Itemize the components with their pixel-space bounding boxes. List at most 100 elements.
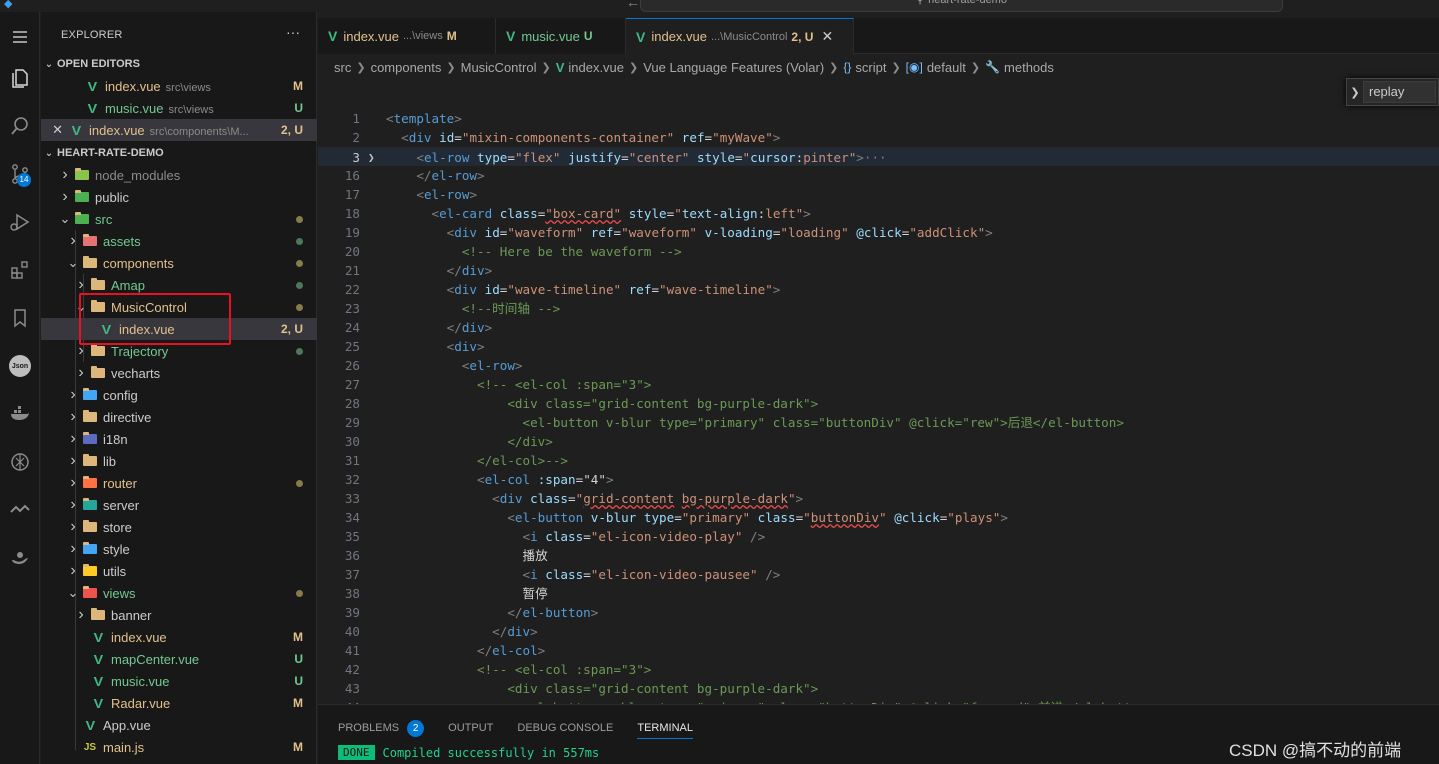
tree-folder-item[interactable]: › node_modules bbox=[41, 164, 317, 186]
tree-file-item[interactable]: Vmusic.vue U bbox=[41, 670, 317, 692]
search-icon[interactable] bbox=[0, 108, 40, 144]
breadcrumb-item[interactable]: methods bbox=[1004, 60, 1054, 75]
tree-folder-item[interactable]: › router bbox=[41, 472, 317, 494]
tree-file-item[interactable]: VmapCenter.vue U bbox=[41, 648, 317, 670]
open-editor-item-active[interactable]: ✕ V index.vue src\components\M... 2, U bbox=[41, 119, 317, 141]
line-number: 40 bbox=[344, 624, 360, 639]
tab-problems[interactable]: PROBLEMS 2 bbox=[338, 717, 425, 739]
tree-folder-item[interactable]: › public bbox=[41, 186, 317, 208]
source-control-icon[interactable]: 14 bbox=[0, 156, 40, 192]
breadcrumb-item[interactable]: MusicControl bbox=[461, 60, 537, 75]
git-status: U bbox=[294, 674, 303, 688]
tree-folder-item[interactable]: › i18n bbox=[41, 428, 317, 450]
open-editor-item[interactable]: V music.vue src\views U bbox=[41, 97, 317, 119]
bookmarks-icon[interactable] bbox=[0, 300, 40, 336]
close-icon[interactable]: ✕ bbox=[41, 122, 67, 138]
tree-file-item[interactable]: JS main.js M bbox=[41, 736, 317, 758]
git-status bbox=[287, 234, 317, 248]
tree-item-label: Radar.vue bbox=[111, 695, 171, 711]
tree-item-label: Amap bbox=[111, 277, 145, 293]
tab-output[interactable]: OUTPUT bbox=[448, 717, 493, 739]
breadcrumb-item[interactable]: components bbox=[371, 60, 442, 75]
tree-item-label: views bbox=[103, 585, 136, 601]
tab-index-musiccontrol[interactable]: V index.vue ...\MusicControl 2, U ✕ bbox=[626, 18, 854, 54]
tree-folder-item[interactable]: ⌄ views bbox=[41, 582, 317, 604]
tree-folder-item[interactable]: › lib bbox=[41, 450, 317, 472]
explorer-sidebar: EXPLORER ··· ⌄ OPEN EDITORS V index.vue s… bbox=[41, 12, 317, 764]
tree-item-label: server bbox=[103, 497, 140, 513]
chevron-down-icon: ⌄ bbox=[59, 211, 71, 226]
git-status bbox=[287, 300, 317, 314]
command-center[interactable]: ⚲ heart-rate-demo bbox=[640, 0, 1283, 12]
watermark: CSDN @搞不动的前端 bbox=[1229, 741, 1402, 760]
braces-icon: {} bbox=[843, 60, 852, 74]
menu-icon[interactable] bbox=[0, 19, 40, 55]
close-tab-icon[interactable]: ✕ bbox=[821, 28, 833, 45]
breadcrumb-item[interactable]: default bbox=[927, 60, 966, 75]
tree-folder-item[interactable]: › vecharts bbox=[41, 362, 317, 384]
tree-file-item[interactable]: V Radar.vue M bbox=[41, 692, 317, 714]
find-widget[interactable]: ❯ replay bbox=[1346, 78, 1439, 106]
terminal-output[interactable]: DONE Compiled successfully in 557ms bbox=[338, 745, 599, 760]
chevron-right-icon: › bbox=[70, 430, 76, 447]
folder-icon bbox=[81, 454, 99, 468]
gitlens-icon[interactable] bbox=[0, 492, 40, 528]
folder-icon bbox=[73, 168, 91, 182]
breadcrumb-item[interactable]: index.vue bbox=[568, 60, 624, 75]
chevron-right-icon: › bbox=[70, 386, 76, 403]
tree-file-item[interactable]: V App.vue bbox=[41, 714, 317, 736]
breadcrumb-item[interactable]: Vue Language Features (Volar) bbox=[643, 60, 824, 75]
open-editor-item[interactable]: V index.vue src\views M bbox=[41, 75, 317, 97]
tree-folder-item[interactable]: › server bbox=[41, 494, 317, 516]
more-actions-icon[interactable]: ··· bbox=[286, 24, 300, 40]
breadcrumb-item[interactable]: script bbox=[855, 60, 886, 75]
tab-music[interactable]: V music.vue U bbox=[496, 18, 626, 54]
tree-folder-item[interactable]: › assets bbox=[41, 230, 317, 252]
run-debug-icon[interactable] bbox=[0, 204, 40, 240]
genie-icon[interactable] bbox=[0, 540, 40, 576]
vue-file-icon: V bbox=[506, 28, 516, 44]
json-icon[interactable]: Json bbox=[0, 348, 40, 384]
tree-file-item[interactable]: Vindex.vue M bbox=[41, 626, 317, 648]
tree-item-label: i18n bbox=[103, 431, 128, 447]
explorer-icon[interactable] bbox=[0, 60, 40, 96]
tree-item-label: utils bbox=[103, 563, 127, 579]
tree-folder-item[interactable]: › style bbox=[41, 538, 317, 560]
fold-chevron-icon[interactable]: ❯ bbox=[368, 148, 375, 167]
line-number: 20 bbox=[344, 244, 360, 259]
line-number: 17 bbox=[344, 187, 360, 202]
editor-tabs: V index.vue ...\views M V music.vue U V … bbox=[318, 18, 1439, 54]
tab-index-views[interactable]: V index.vue ...\views M bbox=[318, 18, 496, 54]
tree-folder-item[interactable]: › store bbox=[41, 516, 317, 538]
git-status: 2, U bbox=[280, 123, 303, 137]
tree-folder-item[interactable]: › directive bbox=[41, 406, 317, 428]
tree-item-label: index.vue bbox=[111, 629, 167, 645]
chevron-right-icon: › bbox=[62, 166, 68, 183]
open-editors-header[interactable]: ⌄ OPEN EDITORS bbox=[41, 53, 317, 75]
tree-item-label: style bbox=[103, 541, 130, 557]
extensions-icon[interactable] bbox=[0, 252, 40, 288]
tree-folder-item[interactable]: ⌄ components bbox=[41, 252, 317, 274]
tree-folder-item[interactable]: › config bbox=[41, 384, 317, 406]
tree-folder-item[interactable]: › banner bbox=[41, 604, 317, 626]
vue-file-icon: V bbox=[71, 122, 81, 138]
chatgpt-icon[interactable] bbox=[0, 444, 40, 480]
tree-folder-item[interactable]: ⌄ src bbox=[41, 208, 317, 230]
chevron-right-icon[interactable]: ❯ bbox=[1347, 86, 1363, 99]
tree-folder-item[interactable]: › utils bbox=[41, 560, 317, 582]
find-input[interactable]: replay bbox=[1363, 81, 1436, 103]
tab-terminal[interactable]: TERMINAL bbox=[637, 717, 693, 739]
breadcrumb-item[interactable]: src bbox=[334, 60, 351, 75]
folder-icon bbox=[81, 410, 99, 424]
code-editor[interactable]: 1 <template> 2 <div id="mixin-components-… bbox=[318, 109, 1439, 704]
git-status: M bbox=[293, 696, 303, 710]
chevron-right-icon: › bbox=[70, 232, 76, 249]
line-number: 21 bbox=[344, 263, 360, 278]
bottom-panel: PROBLEMS 2 OUTPUT DEBUG CONSOLE TERMINAL … bbox=[318, 704, 1439, 764]
docker-icon[interactable] bbox=[0, 396, 40, 432]
tab-debug-console[interactable]: DEBUG CONSOLE bbox=[517, 717, 613, 739]
chevron-right-icon: › bbox=[78, 276, 84, 293]
annotation-highlight-box bbox=[79, 293, 231, 345]
line-number: 38 bbox=[344, 586, 360, 601]
project-header[interactable]: ⌄ HEART-RATE-DEMO bbox=[41, 142, 317, 164]
